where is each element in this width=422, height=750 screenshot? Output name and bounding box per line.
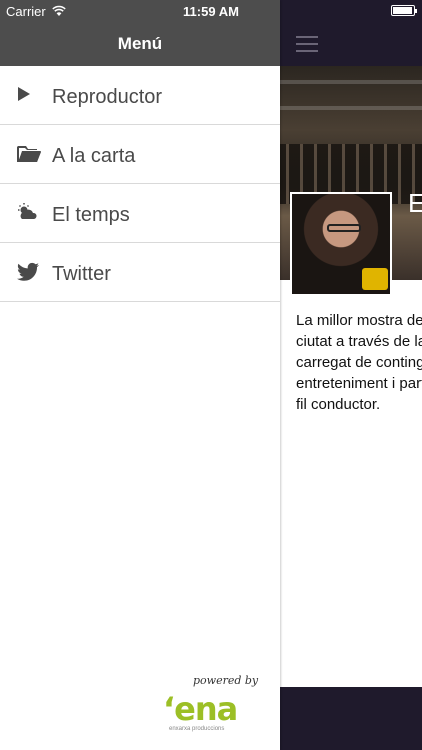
weather-icon: [16, 202, 40, 224]
drawer-title: Menú: [117, 34, 163, 53]
bottom-bar: [280, 687, 422, 750]
menu-item-twitter[interactable]: Twitter: [0, 243, 280, 302]
menu-item-a-la-carta[interactable]: A la carta: [0, 125, 280, 184]
menu-item-label: A la carta: [52, 145, 136, 167]
menu-item-label: El temps: [52, 204, 130, 226]
hero-title: E: [408, 188, 422, 218]
menu-item-reproductor[interactable]: Reproductor: [0, 66, 280, 125]
main-content-panel: E La millor mostra de ciutat a través de…: [280, 0, 422, 750]
menu-item-label: Reproductor: [52, 86, 163, 108]
ena-logo: ‘ena enxarxa produccions: [163, 690, 238, 732]
drawer-menu: Reproductor A la carta El temps Twitter: [0, 66, 280, 302]
twitter-icon: [16, 261, 40, 283]
folder-icon: [16, 143, 41, 165]
battery-icon: [391, 5, 417, 16]
menu-item-el-temps[interactable]: El temps: [0, 184, 280, 243]
side-drawer: Menú Reproductor A la carta El temps Twi…: [0, 0, 280, 750]
clock: 11:59 AM: [183, 4, 239, 19]
powered-by-label: powered by: [193, 674, 259, 687]
status-bar: Carrier 11:59 AM: [0, 0, 422, 22]
menu-item-label: Twitter: [52, 263, 111, 285]
presenter-photo: [290, 192, 392, 296]
play-icon: [16, 84, 40, 106]
program-description: La millor mostra de ciutat a través de l…: [296, 312, 422, 413]
powered-by-footer: powered by ‘ena enxarxa produccions: [0, 668, 280, 750]
hamburger-menu-icon[interactable]: [296, 36, 318, 52]
